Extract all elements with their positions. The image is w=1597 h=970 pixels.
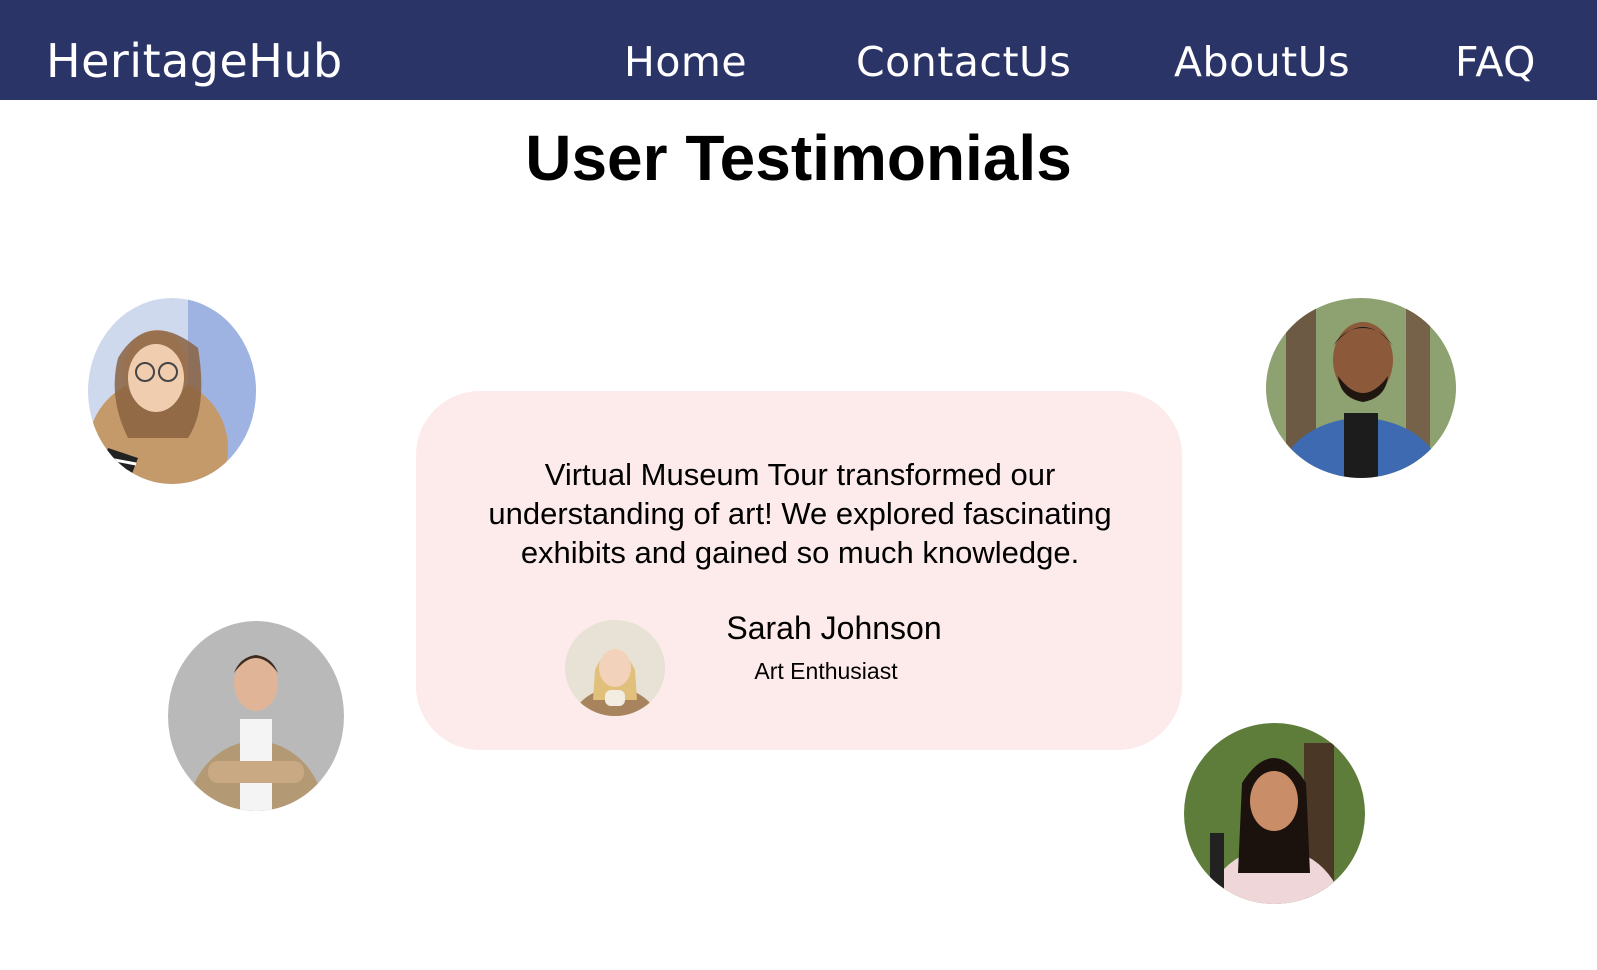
- nav-link-about[interactable]: AboutUs: [1174, 42, 1350, 83]
- testimonial-quote: Virtual Museum Tour transformed our unde…: [488, 457, 1112, 570]
- user-avatar-woman-park[interactable]: [1184, 723, 1365, 904]
- brand-logo[interactable]: HeritageHub: [46, 38, 343, 84]
- page-title: User Testimonials: [525, 122, 1072, 194]
- user-avatar-woman-glasses[interactable]: [88, 298, 256, 484]
- nav-link-faq[interactable]: FAQ: [1455, 42, 1536, 83]
- nav-link-contact[interactable]: ContactUs: [856, 42, 1071, 83]
- author-avatar: [565, 620, 665, 716]
- user-avatar-man-plaid[interactable]: [1266, 298, 1456, 478]
- user-avatar-man-arms-crossed[interactable]: [168, 621, 344, 811]
- author-role: Art Enthusiast: [754, 658, 898, 684]
- nav-link-home[interactable]: Home: [624, 42, 747, 83]
- author-name: Sarah Johnson: [726, 610, 942, 646]
- navbar: HeritageHub Home ContactUs AboutUs FAQ: [0, 0, 1597, 100]
